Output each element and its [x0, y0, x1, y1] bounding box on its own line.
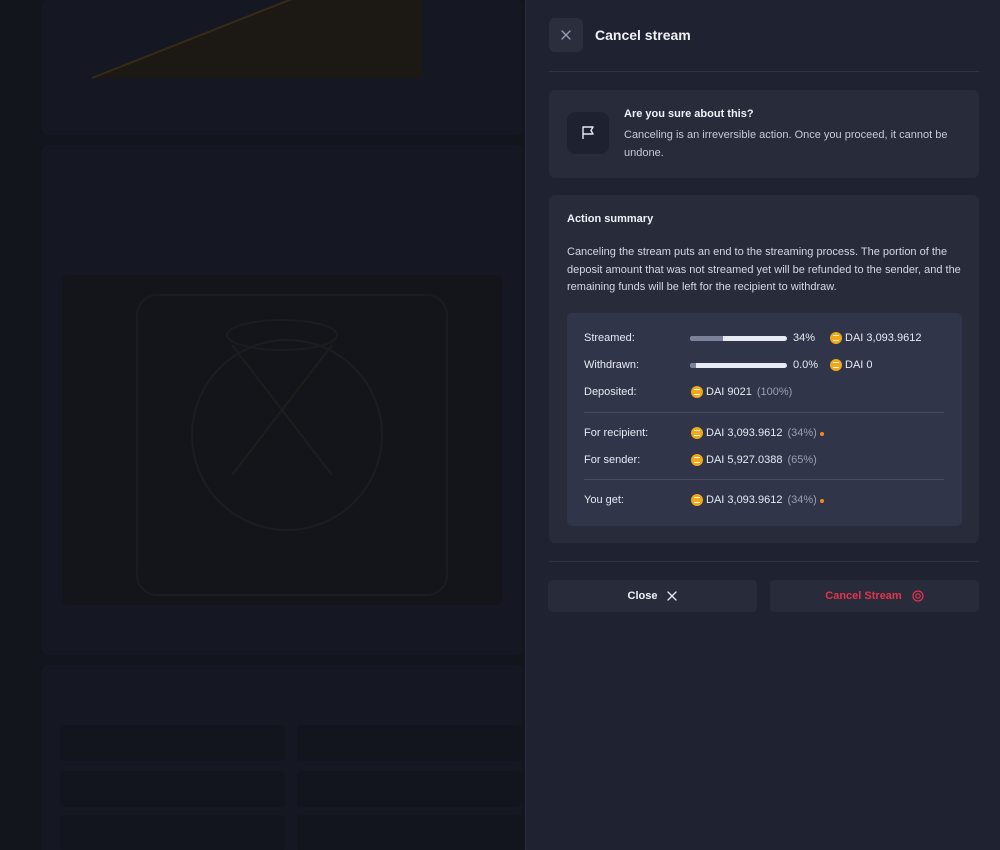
- drawer-close-button[interactable]: [549, 18, 583, 52]
- close-icon: [561, 30, 571, 40]
- summary-table: Streamed: 34% DAI 3,093.9612 Withdrawn: …: [567, 313, 962, 526]
- deposited-value: DAI 9021: [706, 386, 752, 398]
- background-page: [0, 0, 525, 850]
- dai-token-icon: [830, 332, 842, 344]
- dai-token-icon: [691, 454, 703, 466]
- close-button-label: Close: [627, 590, 658, 602]
- dai-token-icon: [691, 494, 703, 506]
- deposited-amount: DAI 9021 (100%): [706, 386, 792, 398]
- drawer-title: Cancel stream: [595, 27, 691, 43]
- withdrawn-label: Withdrawn:: [584, 359, 640, 371]
- sender-share: (65%): [787, 454, 817, 466]
- streamed-label: Streamed:: [584, 332, 635, 344]
- header-divider: [549, 71, 979, 72]
- cancel-stream-drawer: Cancel stream Are you sure about this? C…: [525, 0, 1000, 850]
- streamed-amount: DAI 3,093.9612: [845, 332, 922, 344]
- recipient-amount: DAI 3,093.9612 (34%): [706, 427, 817, 439]
- withdrawn-progress-bar: [690, 363, 787, 368]
- warning-box: Are you sure about this? Canceling is an…: [549, 90, 979, 178]
- summary-separator: [584, 412, 944, 413]
- recipient-value: DAI 3,093.9612: [706, 427, 783, 439]
- warning-text: Canceling is an irreversible action. Onc…: [624, 129, 948, 159]
- sender-value: DAI 5,927.0388: [706, 454, 783, 466]
- streamed-percent: 34%: [793, 332, 816, 344]
- sender-amount: DAI 5,927.0388 (65%): [706, 454, 817, 466]
- sender-label: For sender:: [584, 454, 641, 466]
- you-get-share: (34%): [787, 494, 817, 506]
- cancel-stream-button[interactable]: Cancel Stream: [770, 580, 979, 612]
- target-icon: [912, 590, 924, 602]
- summary-separator: [584, 479, 944, 480]
- close-button[interactable]: Close: [548, 580, 757, 612]
- withdrawn-percent: 0.0%: [793, 359, 819, 371]
- flag-icon: [567, 112, 609, 154]
- close-icon: [667, 591, 678, 601]
- deposited-share: (100%): [756, 386, 793, 398]
- dai-token-icon: [691, 427, 703, 439]
- summary-text: Canceling the stream puts an end to the …: [567, 246, 961, 293]
- you-get-status-dot: [820, 499, 824, 503]
- dai-token-icon: [830, 359, 842, 371]
- cancel-stream-button-label: Cancel Stream: [825, 590, 902, 602]
- dai-token-icon: [691, 386, 703, 398]
- recipient-label: For recipient:: [584, 427, 649, 439]
- warning-title: Are you sure about this?: [624, 108, 754, 120]
- you-get-value: DAI 3,093.9612: [706, 494, 783, 506]
- action-summary: Action summary Canceling the stream puts…: [549, 195, 979, 543]
- streamed-progress-fill: [690, 336, 723, 341]
- actions-divider: [549, 561, 979, 562]
- withdrawn-amount: DAI 0: [845, 359, 873, 371]
- streamed-progress-bar: [690, 336, 787, 341]
- drawer-header: Cancel stream: [549, 18, 691, 52]
- modal-overlay[interactable]: [0, 0, 525, 850]
- recipient-share: (34%): [787, 427, 817, 439]
- deposited-label: Deposited:: [584, 386, 637, 398]
- summary-title: Action summary: [567, 213, 654, 225]
- you-get-amount: DAI 3,093.9612 (34%): [706, 494, 817, 506]
- recipient-status-dot: [820, 432, 824, 436]
- withdrawn-progress-fill: [690, 363, 696, 368]
- you-get-label: You get:: [584, 494, 624, 506]
